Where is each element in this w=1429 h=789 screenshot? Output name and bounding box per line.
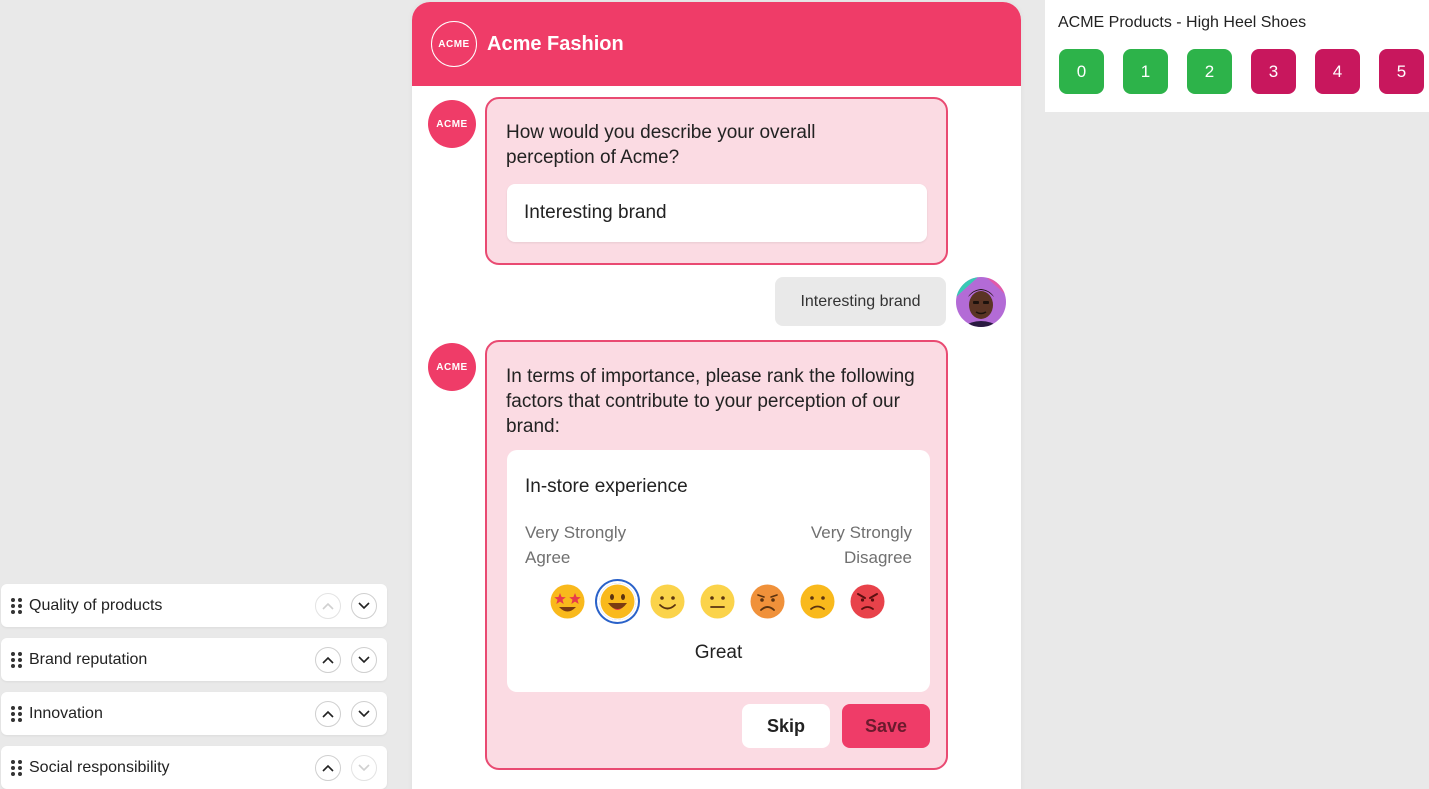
drag-handle-icon[interactable] xyxy=(11,759,23,776)
frowning-icon[interactable] xyxy=(799,583,836,620)
scale-right-line1: Very Strongly xyxy=(810,523,912,542)
brand-name: Acme Fashion xyxy=(487,32,624,55)
bot-avatar: ACME xyxy=(428,100,476,148)
rank-item-social-responsibility[interactable]: Social responsibility xyxy=(1,746,387,789)
rating-options: 0 1 2 3 4 5 xyxy=(1059,49,1424,94)
neutral-icon[interactable] xyxy=(699,583,736,620)
chat-header: ACME Acme Fashion xyxy=(412,2,1021,86)
brand-logo: ACME xyxy=(431,21,477,67)
move-up-button[interactable] xyxy=(315,700,341,727)
scale-left-line2: Agree xyxy=(525,548,571,567)
drag-handle-icon[interactable] xyxy=(11,597,23,614)
move-up-button[interactable] xyxy=(315,646,341,673)
skip-button[interactable]: Skip xyxy=(742,704,830,748)
rank-item-label: Quality of products xyxy=(29,596,163,614)
question-bubble-perception: How would you describe your overall perc… xyxy=(485,97,948,265)
product-rating-title: ACME Products - High Heel Shoes xyxy=(1058,14,1307,31)
chevron-up-icon xyxy=(322,764,334,772)
rank-item-label: Brand reputation xyxy=(29,650,148,668)
product-rating-panel: ACME Products - High Heel Shoes 0 1 2 3 … xyxy=(1045,0,1429,112)
answer-input[interactable]: Interesting brand xyxy=(507,184,927,242)
worried-icon[interactable] xyxy=(749,583,786,620)
rank-item-label: Social responsibility xyxy=(29,758,170,776)
rating-option-3[interactable]: 3 xyxy=(1251,49,1296,94)
chevron-up-icon xyxy=(322,602,334,610)
question-bubble-ranking: In terms of importance, please rank the … xyxy=(485,340,948,770)
move-down-button[interactable] xyxy=(351,700,377,727)
question-text: How would you describe your overall perc… xyxy=(506,122,816,168)
rank-item-label: Innovation xyxy=(29,704,103,722)
grinning-icon[interactable] xyxy=(599,583,636,620)
save-button[interactable]: Save xyxy=(842,704,930,748)
scale-label-disagree: Very Strongly Disagree xyxy=(811,520,912,570)
smiling-icon[interactable] xyxy=(649,583,686,620)
drag-handle-icon[interactable] xyxy=(11,651,23,668)
user-message: Interesting brand xyxy=(775,277,946,326)
chevron-down-icon xyxy=(358,601,370,609)
selected-rating-label: Great xyxy=(694,642,743,663)
star-struck-icon[interactable] xyxy=(549,583,586,620)
drag-handle-icon[interactable] xyxy=(11,705,23,722)
rating-option-2[interactable]: 2 xyxy=(1187,49,1232,94)
rating-card: In-store experience Very Strongly Agree … xyxy=(507,450,930,692)
chat-window: ACME Acme Fashion ACME How would you des… xyxy=(412,2,1021,789)
move-down-button[interactable] xyxy=(351,754,377,781)
rating-card-title: In-store experience xyxy=(525,476,688,497)
scale-right-line2: Disagree xyxy=(843,548,912,567)
scale-left-line1: Very Strongly xyxy=(525,523,627,542)
chevron-down-icon xyxy=(358,655,370,663)
rating-option-5[interactable]: 5 xyxy=(1379,49,1424,94)
rating-option-1[interactable]: 1 xyxy=(1123,49,1168,94)
chevron-down-icon xyxy=(358,709,370,717)
rating-option-0[interactable]: 0 xyxy=(1059,49,1104,94)
chevron-up-icon xyxy=(322,656,334,664)
move-up-button[interactable] xyxy=(315,754,341,781)
rating-option-4[interactable]: 4 xyxy=(1315,49,1360,94)
move-up-button[interactable] xyxy=(315,592,341,619)
angry-icon[interactable] xyxy=(849,583,886,620)
rank-item-quality[interactable]: Quality of products xyxy=(1,584,387,627)
bot-avatar: ACME xyxy=(428,343,476,391)
rank-item-innovation[interactable]: Innovation xyxy=(1,692,387,735)
emoji-scale xyxy=(549,583,886,620)
move-down-button[interactable] xyxy=(351,592,377,619)
question-text: In terms of importance, please rank the … xyxy=(506,366,915,437)
move-down-button[interactable] xyxy=(351,646,377,673)
user-avatar xyxy=(956,277,1006,327)
user-avatar-icon xyxy=(956,277,1006,327)
chevron-down-icon xyxy=(358,763,370,771)
rank-item-reputation[interactable]: Brand reputation xyxy=(1,638,387,681)
scale-label-agree: Very Strongly Agree xyxy=(525,520,626,570)
chevron-up-icon xyxy=(322,710,334,718)
